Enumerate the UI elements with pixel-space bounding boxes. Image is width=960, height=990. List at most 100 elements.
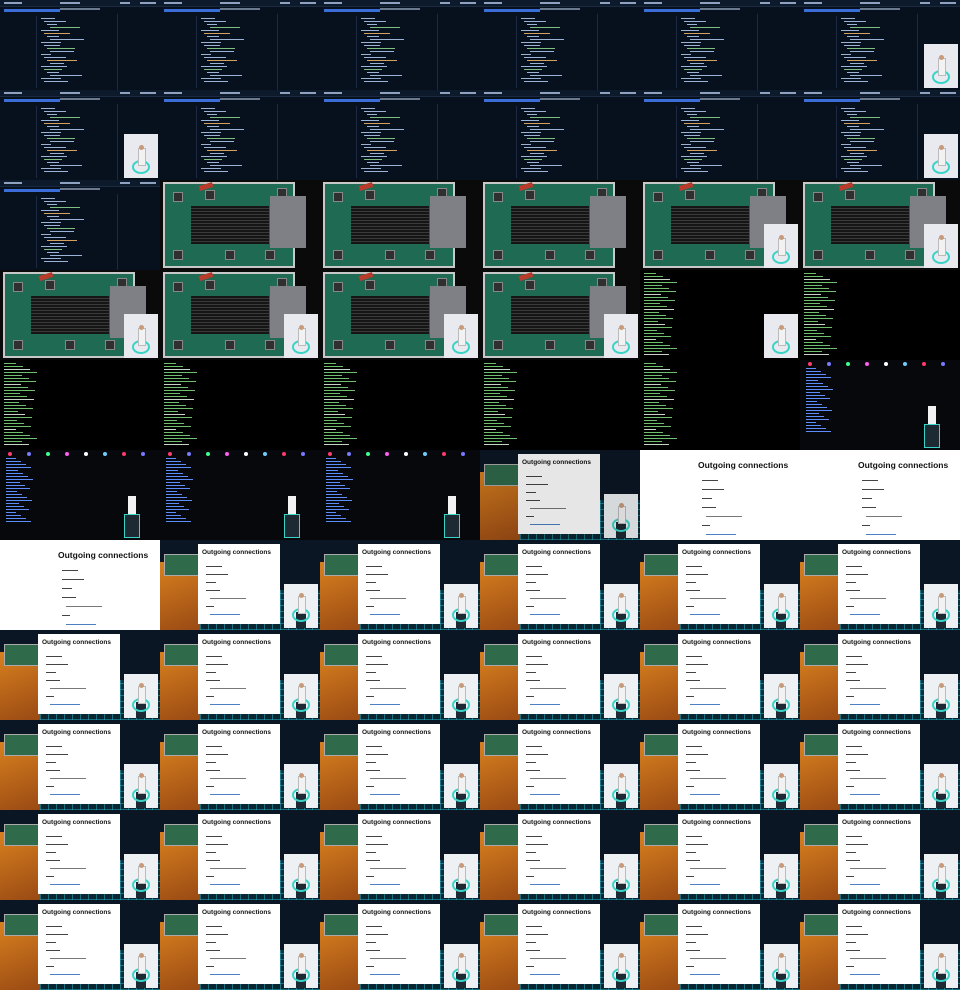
code-pane xyxy=(516,106,597,178)
code-line xyxy=(687,72,699,73)
terminal-line xyxy=(644,435,670,436)
speaker-head xyxy=(459,773,464,778)
slide-bullet xyxy=(686,680,700,681)
code-line xyxy=(207,60,237,61)
side-pane xyxy=(277,14,320,90)
code-line xyxy=(524,147,546,148)
terminal-line xyxy=(804,309,834,310)
speaker-head xyxy=(939,55,944,60)
code-line xyxy=(847,48,875,49)
terminal-line xyxy=(644,429,656,430)
stage-light xyxy=(827,362,831,366)
terminal-line xyxy=(484,420,497,421)
code-line xyxy=(527,72,539,73)
speaker-head xyxy=(619,773,624,778)
terminal-line xyxy=(164,387,188,388)
code-line xyxy=(524,171,548,172)
code-line xyxy=(847,150,877,151)
code-line xyxy=(521,30,539,31)
slide-bullet xyxy=(66,606,102,607)
code-line xyxy=(50,243,64,244)
slide-bullet xyxy=(50,794,80,795)
code-line xyxy=(201,156,227,157)
frame-thumbnail xyxy=(160,450,320,540)
heatsink xyxy=(31,296,109,334)
slide-bullet xyxy=(206,860,220,861)
code-line xyxy=(361,108,375,109)
slide-bullet xyxy=(46,680,60,681)
speaker-figure xyxy=(138,866,146,884)
speaker-figure xyxy=(778,956,786,974)
terminal-line xyxy=(166,503,179,504)
slide-bullet xyxy=(690,614,720,615)
slide-bullet xyxy=(846,852,856,853)
code-line xyxy=(527,24,537,25)
code-line xyxy=(367,24,377,25)
terminal-line xyxy=(806,395,825,396)
terminal-line xyxy=(484,384,501,385)
terminal-line xyxy=(6,497,27,498)
terminal-line xyxy=(806,386,828,387)
slide-bullet xyxy=(366,844,388,845)
code-line xyxy=(527,126,539,127)
terminal-line xyxy=(484,426,511,427)
code-line xyxy=(850,27,880,28)
terminal-line xyxy=(644,321,658,322)
terminal-line xyxy=(164,411,178,412)
slide-title: Outgoing connections xyxy=(202,909,271,916)
code-line xyxy=(50,75,82,76)
code-line xyxy=(204,135,220,136)
chip xyxy=(65,340,75,350)
terminal-line xyxy=(4,411,18,412)
slide-bullet xyxy=(62,597,76,598)
stage-light xyxy=(385,452,389,456)
code-line xyxy=(524,69,542,70)
code-line xyxy=(364,111,386,112)
terminal-line xyxy=(804,324,825,325)
terminal-line xyxy=(804,300,835,301)
terminal-line xyxy=(804,306,827,307)
heatsink xyxy=(351,296,429,334)
terminal-line xyxy=(324,402,339,403)
terminal-line xyxy=(644,378,669,379)
slide-title: Outgoing connections xyxy=(42,729,111,736)
terminal-line xyxy=(484,393,500,394)
terminal-line xyxy=(6,512,16,513)
frame-thumbnail xyxy=(640,180,800,270)
terminal-line xyxy=(644,318,673,319)
speaker-figure xyxy=(138,776,146,794)
slide-bullet xyxy=(526,852,536,853)
top-bar-text xyxy=(620,92,636,94)
speaker-inset xyxy=(764,854,798,898)
code-line xyxy=(210,129,244,130)
editor-heading xyxy=(220,8,260,10)
terminal-line xyxy=(644,324,665,325)
speaker-inset xyxy=(604,854,638,898)
terminal-line xyxy=(804,327,832,328)
slide-bullet xyxy=(686,664,708,665)
chip xyxy=(225,340,235,350)
terminal-line xyxy=(166,485,185,486)
slide-bullet xyxy=(526,836,542,837)
speaker-inset xyxy=(604,494,638,538)
slide-bullet xyxy=(686,574,708,575)
terminal-line xyxy=(164,384,181,385)
window-top-bar xyxy=(640,0,800,7)
top-bar-text xyxy=(760,92,770,94)
podium xyxy=(924,424,940,448)
slide-bullet xyxy=(370,794,400,795)
chip xyxy=(545,340,555,350)
code-line xyxy=(41,78,61,79)
terminal-line xyxy=(324,396,347,397)
speaker-head xyxy=(779,863,784,868)
speaker-inset xyxy=(764,314,798,358)
speaker-figure xyxy=(138,686,146,704)
slide-bullet xyxy=(366,590,380,591)
speaker-figure xyxy=(938,956,946,974)
code-line xyxy=(207,24,217,25)
terminal-line xyxy=(644,432,663,433)
chip xyxy=(493,282,503,292)
terminal-line xyxy=(644,381,676,382)
terminal-line xyxy=(806,371,821,372)
code-line xyxy=(361,144,371,145)
